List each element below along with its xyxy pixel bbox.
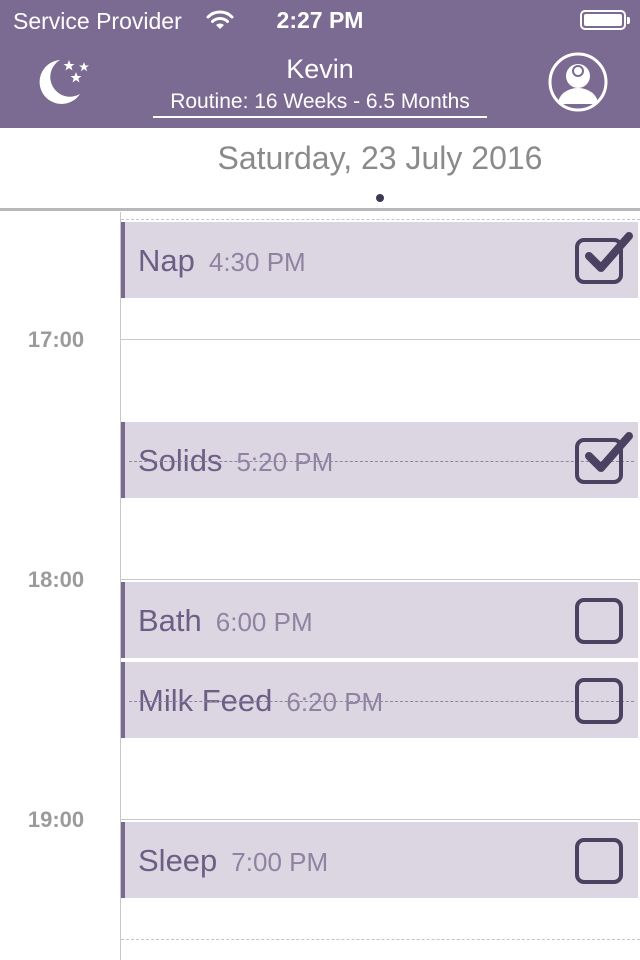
hour-line — [121, 339, 640, 340]
battery-icon — [580, 10, 630, 30]
hour-line — [121, 579, 640, 580]
event-sleep[interactable]: Sleep 7:00 PM — [121, 822, 638, 898]
routine-link[interactable]: Routine: 16 Weeks - 6.5 Months — [153, 90, 487, 118]
hour-line — [121, 819, 640, 820]
event-time: 6:00 PM — [215, 607, 313, 637]
strikethrough-line — [129, 461, 634, 462]
half-hour-line — [121, 219, 640, 220]
status-bar: Service Provider 2:27 PM — [0, 0, 640, 40]
event-checkbox[interactable] — [575, 838, 623, 884]
schedule-timeline[interactable]: 17:00 18:00 19:00 Nap 4:30 PM Solids 5:20 … — [0, 212, 640, 960]
date-header: Saturday, 23 July 2016 — [0, 128, 640, 212]
hour-label: 17:00 — [27, 327, 85, 352]
event-checkbox[interactable] — [575, 678, 623, 724]
event-time: 4:30 PM — [208, 247, 306, 277]
event-checkbox[interactable] — [575, 432, 633, 484]
event-milk-feed[interactable]: Milk Feed 6:20 PM — [121, 662, 638, 738]
checkmark-icon — [585, 232, 633, 272]
hour-label: 18:00 — [27, 567, 85, 592]
page-indicator-dot — [376, 194, 384, 202]
event-name: Sleep — [138, 843, 218, 878]
event-checkbox[interactable] — [575, 232, 633, 284]
date-title: Saturday, 23 July 2016 — [217, 140, 543, 176]
event-solids[interactable]: Solids 5:20 PM — [121, 422, 638, 498]
event-nap[interactable]: Nap 4:30 PM — [121, 222, 638, 298]
checkmark-icon — [585, 432, 633, 472]
event-bath[interactable]: Bath 6:00 PM — [121, 582, 638, 658]
event-time: 5:20 PM — [236, 447, 334, 477]
status-time: 2:27 PM — [276, 7, 364, 33]
child-name-title: Kevin — [286, 54, 354, 84]
event-time: 6:20 PM — [286, 687, 384, 717]
nav-bar: Service Provider 2:27 PM Kevin Routine: … — [0, 0, 640, 128]
baby-profile-icon[interactable] — [548, 52, 608, 112]
event-checkbox[interactable] — [575, 598, 623, 644]
strikethrough-line — [129, 701, 634, 702]
half-hour-line — [121, 939, 640, 940]
header-divider — [0, 208, 640, 211]
hour-label: 19:00 — [27, 807, 85, 832]
event-time: 7:00 PM — [231, 847, 329, 877]
event-name: Bath — [138, 603, 202, 638]
event-name: Nap — [138, 243, 195, 278]
